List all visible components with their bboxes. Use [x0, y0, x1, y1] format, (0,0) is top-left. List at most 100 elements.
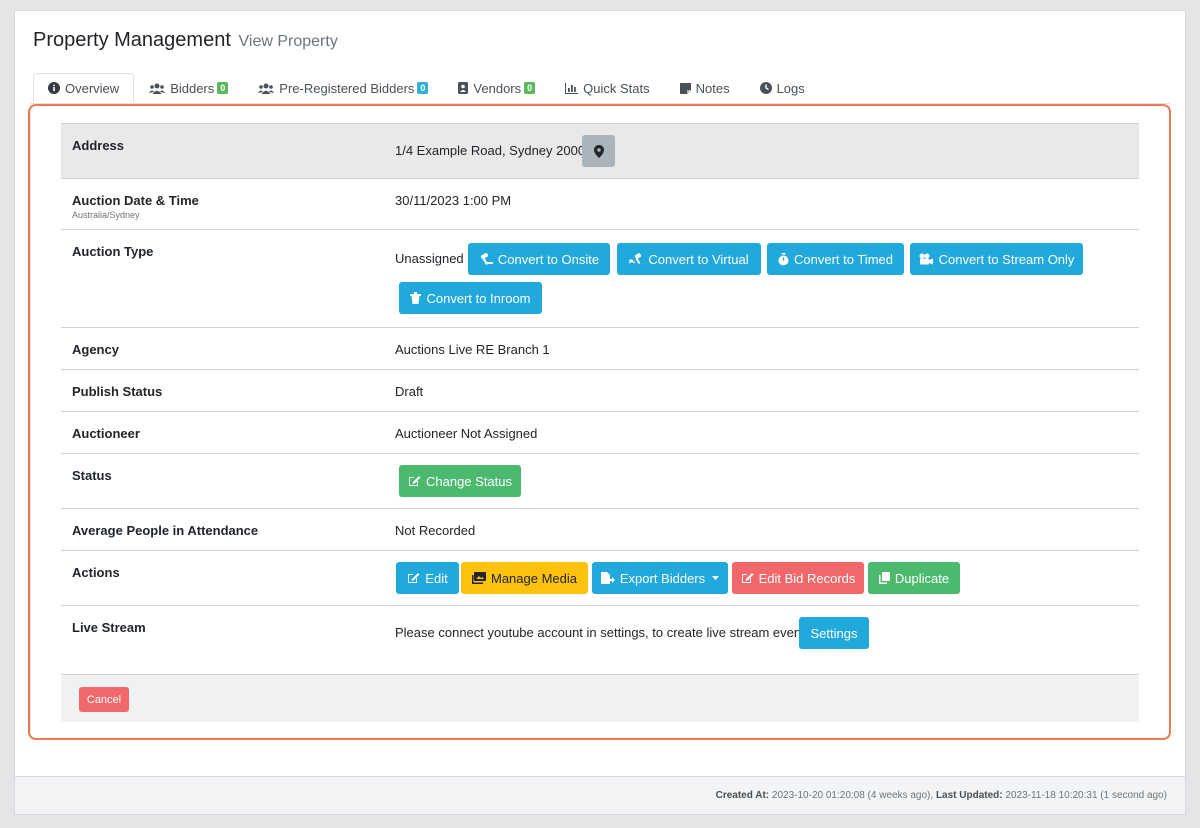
bidders-count-badge: 0 [217, 82, 229, 94]
row-label: Address [72, 138, 125, 153]
export-bidders-dropdown[interactable]: Export Bidders [592, 562, 728, 594]
row-live-stream: Live Stream Please connect youtube accou… [61, 605, 1139, 674]
id-card-icon [458, 82, 469, 94]
button-label: Edit Bid Records [758, 570, 856, 586]
updated-value: 2023-11-18 10:20:31 (1 second ago) [1005, 790, 1167, 801]
row-label: Actions [72, 565, 120, 580]
video-camera-icon [919, 253, 934, 265]
tab-bidders[interactable]: Bidders 0 [134, 73, 243, 103]
button-label: Manage Media [491, 570, 577, 586]
tab-notes[interactable]: Notes [665, 73, 745, 103]
convert-to-virtual-button[interactable]: Convert to Virtual [617, 243, 761, 275]
row-address: Address 1/4 Example Road, Sydney 2000 [61, 123, 1139, 178]
row-label: Live Stream [72, 620, 146, 635]
caret-down-icon [712, 576, 720, 580]
vendors-count-badge: 0 [524, 82, 536, 94]
cancel-button[interactable]: Cancel [79, 687, 129, 712]
tab-label: Quick Stats [583, 80, 650, 96]
agency-value: Auctions Live RE Branch 1 [395, 342, 550, 357]
button-label: Export Bidders [619, 570, 706, 586]
convert-to-timed-button[interactable]: Convert to Timed [767, 243, 904, 275]
created-label: Created At: [715, 790, 770, 801]
map-pin-button[interactable] [582, 135, 615, 167]
button-label: Convert to Onsite [497, 251, 600, 267]
button-label: Cancel [86, 693, 122, 706]
tab-label: Pre-Registered Bidders [279, 80, 415, 96]
row-label: Auction Type [72, 244, 154, 259]
footer-bar: Created At: 2023-10-20 01:20:08 (4 weeks… [15, 776, 1185, 814]
page-title: Property Management [33, 29, 231, 51]
attendance-value: Not Recorded [395, 523, 476, 538]
convert-to-inroom-button[interactable]: Convert to Inroom [399, 282, 542, 314]
change-status-button[interactable]: Change Status [399, 465, 521, 497]
button-label: Convert to Virtual [648, 251, 749, 267]
row-auction-date: Auction Date & Time Australia/Sydney 30/… [61, 178, 1139, 229]
button-label: Duplicate [894, 570, 950, 586]
gavel-icon [479, 253, 493, 265]
button-label: Convert to Timed [794, 251, 893, 267]
virtual-gavel-icon [629, 253, 643, 265]
podium-icon [410, 292, 422, 304]
auction-type-value: Unassigned [395, 251, 464, 266]
pre-registered-count-badge: 0 [417, 82, 429, 94]
created-value: 2023-10-20 01:20:08 (4 weeks ago), [771, 790, 934, 801]
tab-bar: Overview Bidders 0 Pre-Registered Bidder… [33, 73, 820, 103]
form-footer: Cancel [61, 674, 1139, 722]
button-label: Convert to Stream Only [938, 251, 1075, 267]
users-icon [258, 83, 275, 94]
edit-icon [408, 475, 421, 487]
duplicate-button[interactable]: Duplicate [868, 562, 960, 594]
auctioneer-value: Auctioneer Not Assigned [395, 426, 538, 441]
info-circle-icon [48, 82, 60, 94]
edit-bid-records-button[interactable]: Edit Bid Records [732, 562, 864, 594]
tab-label: Logs [776, 80, 805, 96]
tab-overview[interactable]: Overview [33, 73, 135, 103]
stopwatch-icon [778, 252, 789, 266]
images-icon [472, 572, 486, 584]
row-label: Publish Status [72, 384, 163, 399]
sticky-note-icon [679, 82, 691, 94]
users-icon [149, 83, 166, 94]
row-label: Agency [72, 342, 119, 357]
manage-media-button[interactable]: Manage Media [461, 562, 588, 594]
edit-button[interactable]: Edit [396, 562, 459, 594]
convert-to-stream-only-button[interactable]: Convert to Stream Only [910, 243, 1083, 275]
row-label: Status [72, 468, 112, 483]
updated-label: Last Updated: [935, 790, 1003, 801]
convert-to-onsite-button[interactable]: Convert to Onsite [468, 243, 610, 275]
tab-label: Notes [695, 80, 730, 96]
publish-status-value: Draft [395, 384, 424, 399]
address-value: 1/4 Example Road, Sydney 2000 [395, 143, 586, 158]
button-label: Change Status [426, 473, 513, 489]
row-status: Status Change Status [61, 453, 1139, 508]
button-label: Edit [425, 570, 448, 586]
file-export-icon [600, 572, 615, 584]
live-stream-message: Please connect youtube account in settin… [395, 625, 809, 640]
row-label: Auctioneer [72, 426, 140, 441]
timezone-label: Australia/Sydney [72, 210, 140, 220]
row-publish-status: Publish Status Draft [61, 369, 1139, 411]
row-actions: Actions Edit Manage Media Export Bidders… [61, 550, 1139, 605]
row-attendance: Average People in Attendance Not Recorde… [61, 508, 1139, 550]
copy-icon [878, 572, 890, 584]
edit-icon [741, 572, 754, 584]
tab-logs[interactable]: Logs [745, 73, 820, 103]
tab-label: Overview [65, 80, 120, 96]
tab-quick-stats[interactable]: Quick Stats [550, 73, 664, 103]
auction-date-value: 30/11/2023 1:00 PM [395, 193, 512, 208]
edit-icon [407, 572, 420, 584]
clock-icon [759, 82, 772, 94]
row-agency: Agency Auctions Live RE Branch 1 [61, 327, 1139, 369]
button-label: Settings [810, 625, 858, 641]
bar-chart-icon [565, 82, 579, 94]
button-label: Convert to Inroom [426, 290, 531, 306]
timestamps: Created At: 2023-10-20 01:20:08 (4 weeks… [716, 790, 1167, 801]
row-label: Auction Date & Time [72, 193, 199, 208]
row-label: Average People in Attendance [72, 523, 259, 538]
tab-label: Bidders [170, 80, 215, 96]
tab-pre-registered-bidders[interactable]: Pre-Registered Bidders 0 [243, 73, 443, 103]
settings-button[interactable]: Settings [799, 617, 869, 649]
page-subtitle: View Property [238, 33, 338, 50]
tab-label: Vendors [473, 80, 522, 96]
tab-vendors[interactable]: Vendors 0 [443, 73, 550, 103]
